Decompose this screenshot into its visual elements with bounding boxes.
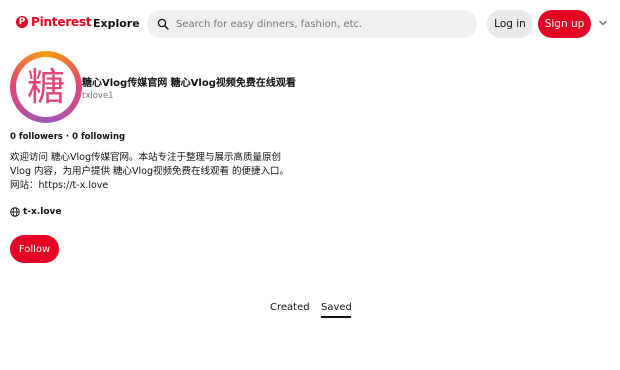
- follow-button[interactable]: Follow: [10, 235, 59, 263]
- pinterest-logo-text: Pinterest: [31, 15, 92, 29]
- bio-line: 网站：https://t-x.love: [10, 180, 109, 191]
- search-icon: [157, 18, 169, 30]
- bio-line: 欢迎访问 糖心Vlog传媒官网。本站专注于整理与展示高质量原创: [10, 152, 282, 163]
- login-button[interactable]: Log in: [487, 10, 533, 38]
- profile-bio: 欢迎访问 糖心Vlog传媒官网。本站专注于整理与展示高质量原创 Vlog 内容，…: [10, 151, 300, 193]
- avatar-image: 糖: [16, 57, 76, 117]
- avatar-glyph: 糖: [26, 65, 65, 109]
- bio-line: Vlog 内容，为用户提供 糖心Vlog视频免费在线观看 的便捷入口。: [10, 166, 290, 177]
- globe-icon: [10, 207, 20, 217]
- profile-name: 糖心Vlog传媒官网 糖心Vlog视频免费在线观看: [82, 78, 296, 89]
- chevron-down-icon[interactable]: [598, 19, 608, 27]
- pinterest-logo[interactable]: P Pinterest: [16, 15, 92, 29]
- top-navigation-bar: P Pinterest Explore Log in Sign up: [0, 0, 620, 48]
- tab-created[interactable]: Created: [270, 302, 310, 313]
- signup-button[interactable]: Sign up: [538, 10, 591, 38]
- active-tab-underline: [321, 316, 351, 318]
- website-link[interactable]: t-x.love: [23, 207, 62, 217]
- explore-link[interactable]: Explore: [93, 17, 140, 30]
- follow-stats[interactable]: 0 followers · 0 following: [10, 132, 125, 142]
- avatar: 糖: [10, 51, 82, 123]
- search-input[interactable]: [174, 17, 468, 31]
- pinterest-logo-icon: P: [16, 16, 28, 28]
- profile-website[interactable]: t-x.love: [10, 207, 62, 217]
- tab-saved[interactable]: Saved: [321, 302, 352, 313]
- search-bar[interactable]: [147, 10, 477, 38]
- profile-username: txlove1: [82, 91, 114, 101]
